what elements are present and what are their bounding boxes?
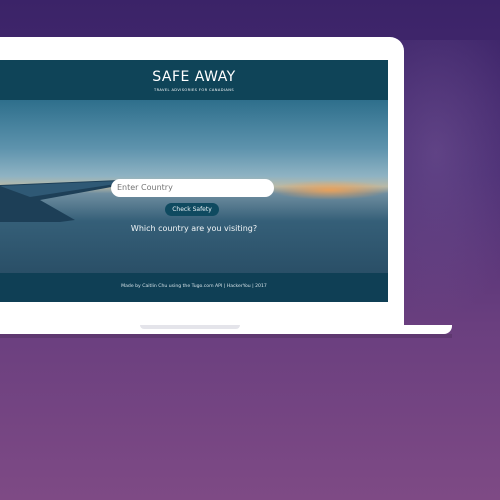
horizon-glow — [270, 180, 388, 200]
site-title[interactable]: SAFE AWAY — [0, 69, 388, 85]
site-footer: Made by Caitlin Chu using the Tugo.com A… — [0, 273, 388, 302]
check-safety-button[interactable]: Check Safety — [165, 203, 219, 216]
footer-credits: Made by Caitlin Chu using the Tugo.com A… — [121, 284, 267, 289]
site-tagline: TRAVEL ADVISORIES FOR CANADIANS — [154, 88, 234, 92]
country-input[interactable] — [111, 179, 274, 197]
laptop-shadow — [0, 334, 452, 338]
laptop-notch — [140, 325, 240, 329]
country-question: Which country are you visiting? — [130, 224, 258, 233]
site-header: SAFE AWAY TRAVEL ADVISORIES FOR CANADIAN… — [0, 60, 388, 100]
